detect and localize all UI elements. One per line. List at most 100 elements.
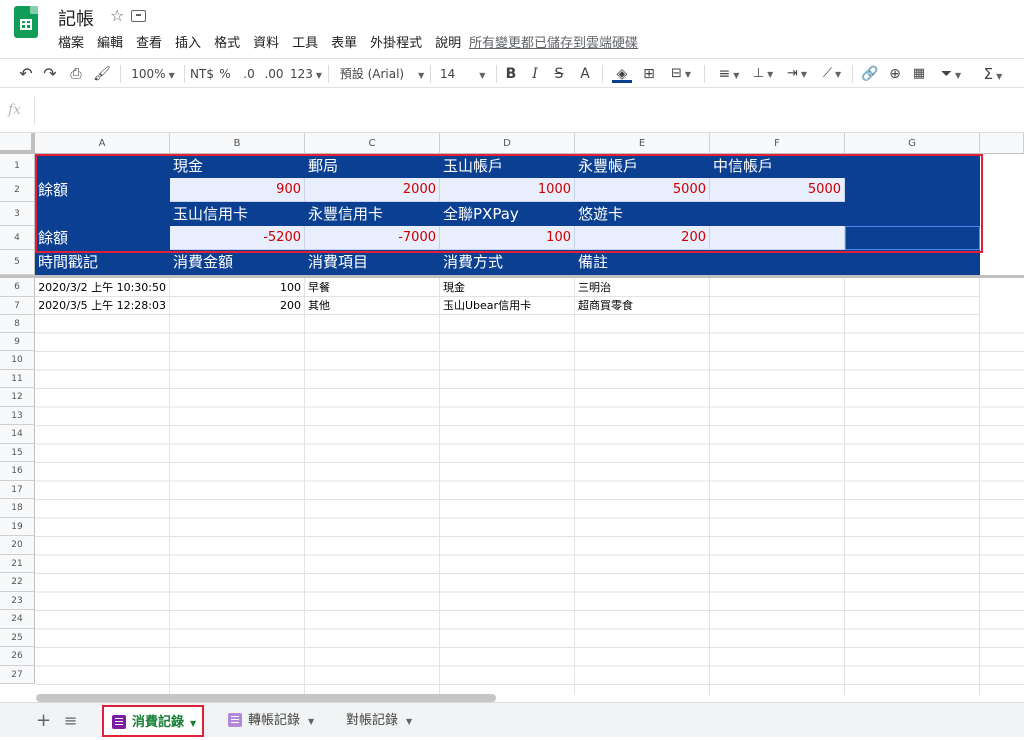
formula-input[interactable] [40,99,1010,123]
filter-icon[interactable]: ⏷ ▼ [934,65,968,83]
cell-c6[interactable]: 早餐 [305,278,440,297]
cell-f4[interactable] [710,226,845,250]
cell-g3[interactable] [845,202,980,226]
column-header-f[interactable]: F [710,133,845,154]
cell-c4[interactable]: -7000 [305,226,440,250]
row-header[interactable]: 1 [0,154,35,178]
percent-format-button[interactable]: % [218,65,232,83]
sheet-tab-transfers[interactable]: 轉帳記錄 ▼ [220,705,326,737]
cell-g4-selected[interactable] [845,226,980,250]
row-header[interactable]: 7 [0,297,35,315]
document-title[interactable]: 記帳 [58,5,94,31]
menu-addons[interactable]: 外掛程式 [370,32,422,51]
move-folder-icon[interactable] [131,10,146,22]
select-all-corner[interactable] [0,133,35,154]
column-header-b[interactable]: B [170,133,305,154]
cell-b6[interactable]: 100 [170,278,305,297]
sheet-tab-expenses[interactable]: 消費記錄 ▼ [102,705,204,737]
row-header[interactable]: 14 [0,425,35,444]
bold-button[interactable]: B [504,65,518,83]
menu-insert[interactable]: 插入 [175,32,201,51]
menu-forms[interactable]: 表單 [331,32,357,51]
column-header-a[interactable]: A [35,133,170,154]
cell-a5[interactable]: 時間戳記 [35,250,170,275]
row-header[interactable]: 17 [0,481,35,499]
sheets-logo-icon[interactable] [14,6,38,38]
paint-format-icon[interactable]: 🖌 [92,65,112,83]
row-header[interactable]: 6 [0,278,35,297]
empty-cells-area[interactable] [35,315,1024,695]
strikethrough-button[interactable]: S [552,65,566,83]
horizontal-scrollbar[interactable] [36,694,496,702]
column-header-e[interactable]: E [575,133,710,154]
cell-f1[interactable]: 中信帳戶 [710,154,845,178]
star-icon[interactable]: ☆ [110,6,124,25]
row-header[interactable]: 8 [0,315,35,333]
add-sheet-icon[interactable]: + [36,705,52,737]
row-header[interactable]: 18 [0,499,35,518]
cell-b3[interactable]: 玉山信用卡 [170,202,305,226]
row-header[interactable]: 15 [0,444,35,462]
menu-data[interactable]: 資料 [253,32,279,51]
cell-d1[interactable]: 玉山帳戶 [440,154,575,178]
row-header[interactable]: 3 [0,202,35,226]
decrease-decimal-button[interactable]: .0 [240,65,258,83]
save-status-link[interactable]: 所有變更都已儲存到雲端硬碟 [469,32,638,51]
sheet-tab-reconcile[interactable]: 對帳記錄 ▼ [336,705,426,737]
row-header[interactable]: 9 [0,333,35,351]
cell-c5[interactable]: 消費項目 [305,250,440,275]
italic-button[interactable]: I [528,65,542,83]
row-header[interactable]: 11 [0,370,35,388]
increase-decimal-button[interactable]: .00 [264,65,284,83]
cell-d3[interactable]: 全聯PXPay [440,202,575,226]
cell-a4[interactable]: 餘額 [35,226,170,250]
column-header-g[interactable]: G [845,133,980,154]
cell-g7[interactable] [845,297,980,315]
row-header[interactable]: 16 [0,462,35,481]
text-wrap-icon[interactable]: ⇥ ▼ [782,65,812,83]
cell-d7[interactable]: 玉山Ubear信用卡 [440,297,575,315]
merge-cells-icon[interactable]: ⊟ ▼ [666,65,696,83]
cell-e3[interactable]: 悠遊卡 [575,202,710,226]
font-size-select[interactable]: 14 ▼ [440,65,490,83]
insert-chart-icon[interactable]: ▦ [910,65,928,83]
cell-g6[interactable] [845,278,980,297]
all-sheets-icon[interactable]: ≡ [64,705,80,737]
column-header-h[interactable] [980,133,1024,154]
cell-a6[interactable]: 2020/3/2 上午 10:30:50 [35,278,170,297]
row-header[interactable]: 24 [0,610,35,629]
cell-f2[interactable]: 5000 [710,178,845,202]
cell-e7[interactable]: 超商買零食 [575,297,710,315]
row-header[interactable]: 22 [0,573,35,592]
row-header[interactable]: 10 [0,351,35,370]
cell-b4[interactable]: -5200 [170,226,305,250]
cell-a3[interactable] [35,202,170,226]
column-header-d[interactable]: D [440,133,575,154]
cell-b2[interactable]: 900 [170,178,305,202]
cell-f3[interactable] [710,202,845,226]
menu-view[interactable]: 查看 [136,32,162,51]
row-header[interactable]: 13 [0,407,35,425]
cell-c1[interactable]: 郵局 [305,154,440,178]
cell-b1[interactable]: 現金 [170,154,305,178]
cell-g5[interactable] [845,250,980,275]
row-header[interactable]: 21 [0,555,35,573]
cell-f5[interactable] [710,250,845,275]
cell-b7[interactable]: 200 [170,297,305,315]
row-header[interactable]: 19 [0,518,35,536]
cell-e5[interactable]: 備註 [575,250,710,275]
vertical-align-icon[interactable]: ⊥ ▼ [748,65,778,83]
cell-e6[interactable]: 三明治 [575,278,710,297]
number-format-select[interactable]: 123 ▼ [289,65,323,83]
row-header[interactable]: 12 [0,388,35,407]
functions-icon[interactable]: Σ ▼ [978,65,1008,83]
row-header[interactable]: 23 [0,592,35,610]
row-header[interactable]: 4 [0,226,35,250]
cell-c7[interactable]: 其他 [305,297,440,315]
text-rotate-icon[interactable]: ⟋ ▼ [816,65,848,83]
insert-link-icon[interactable]: 🔗 [860,65,880,83]
cell-c3[interactable]: 永豐信用卡 [305,202,440,226]
cell-e1[interactable]: 永豐帳戶 [575,154,710,178]
cell-e4[interactable]: 200 [575,226,710,250]
cell-a1[interactable] [35,154,170,178]
